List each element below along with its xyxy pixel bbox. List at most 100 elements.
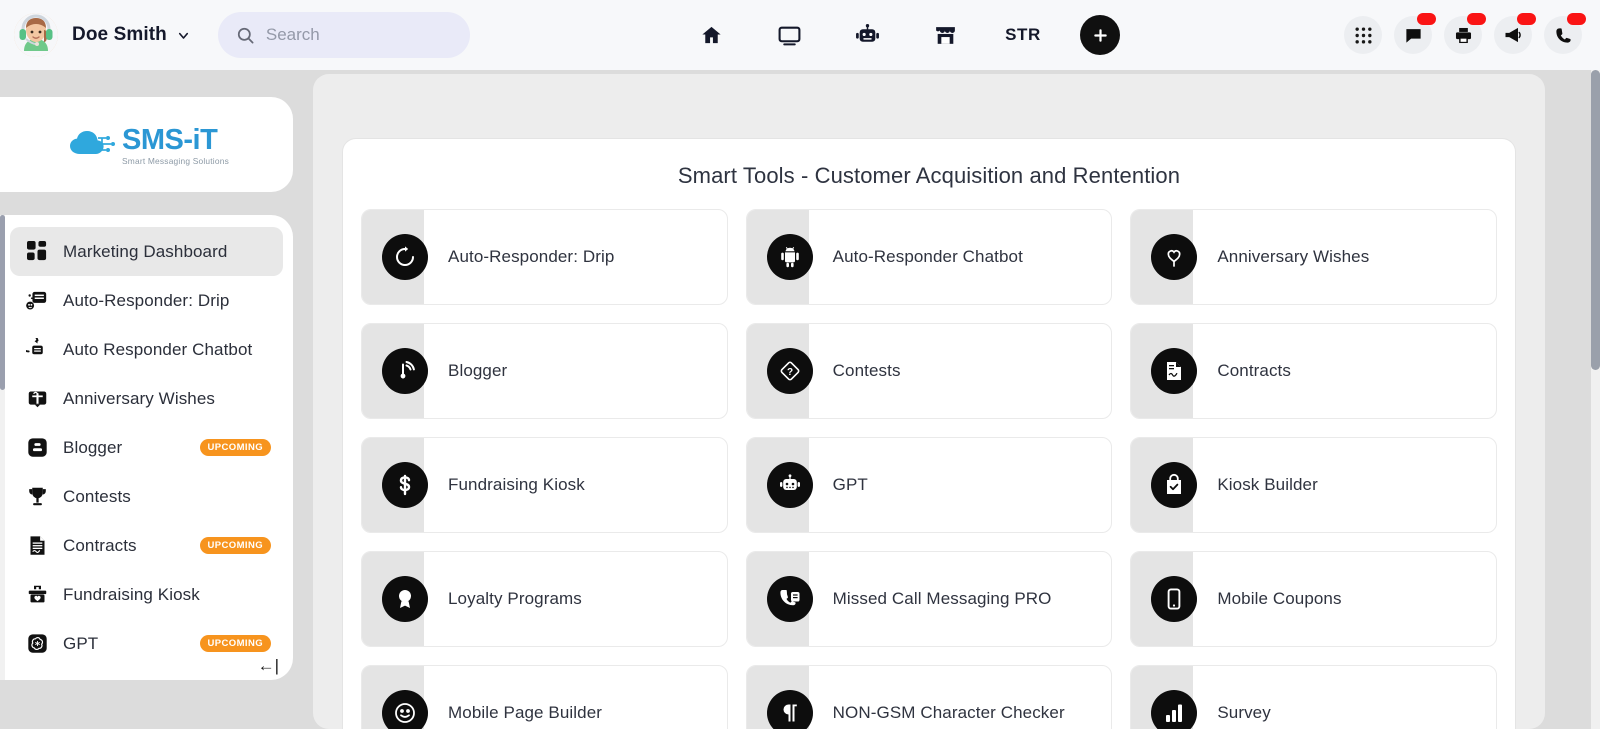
sidebar-item-contracts[interactable]: Contracts UPCOMING [10,521,283,570]
heart-balloon-icon [1151,234,1198,280]
page-scrollbar-thumb[interactable] [1591,70,1600,370]
page-scrollbar[interactable] [1591,70,1600,729]
sidebar-item-auto-responder-chatbot[interactable]: Auto Responder Chatbot [10,325,283,374]
nav-str-button[interactable]: STR [984,0,1062,70]
search-icon [236,26,255,45]
notification-badge [1467,13,1486,25]
dashboard-grid-icon [24,239,50,265]
status-badge: UPCOMING [199,537,271,554]
sidebar: Marketing Dashboard Auto-Responder: Drip… [0,215,293,680]
tool-tile-non-gsm-character-checker[interactable]: NON-GSM Character Checker [745,665,1113,729]
tool-tile-blogger[interactable]: Blogger [361,323,728,419]
print-button[interactable] [1444,13,1486,54]
smart-tools-grid: Auto-Responder: Drip Auto-Responder Chat… [343,209,1515,729]
smiley-face-icon [382,690,428,729]
tile-label: Mobile Page Builder [448,703,603,722]
sidebar-item-label: Blogger [63,437,123,457]
topbar-right-group [1344,0,1586,70]
grid-dots-icon [1354,26,1373,45]
refresh-circle-icon [382,234,428,280]
sidebar-item-fundraising-kiosk[interactable]: Fundraising Kiosk [10,570,283,619]
tile-label: Fundraising Kiosk [448,475,585,494]
avatar[interactable] [14,13,58,57]
tool-tile-auto-responder-chatbot[interactable]: Auto-Responder Chatbot [745,209,1113,305]
tool-tile-kiosk-builder[interactable]: Kiosk Builder [1130,437,1497,533]
missed-call-icon [766,576,813,622]
tile-label: Kiosk Builder [1217,475,1318,494]
status-badge: UPCOMING [199,635,271,652]
sidebar-item-label: Auto-Responder: Drip [63,290,230,310]
phone-icon [1554,26,1573,45]
top-bar: Doe Smith Search STR [0,0,1600,70]
sidebar-logo[interactable]: SMS-iT Smart Messaging Solutions [0,97,293,192]
svg-text:?: ? [787,367,793,378]
topbar-center-nav: STR [672,0,1120,70]
page-title: Smart Tools - Customer Acquisition and R… [677,163,1181,188]
sidebar-scrollbar-thumb[interactable] [0,215,5,390]
sidebar-item-marketing-dashboard[interactable]: Marketing Dashboard [10,227,283,276]
tool-tile-anniversary-wishes[interactable]: Anniversary Wishes [1130,209,1497,305]
notification-badge [1417,13,1436,25]
dollar-sign-icon [382,462,428,508]
logo-brand-text: SMS-iT [122,123,218,156]
trophy-icon [24,484,50,510]
question-diamond-icon: ? [766,348,813,394]
android-robot-icon [766,234,813,280]
calls-button[interactable] [1544,13,1586,54]
smart-tools-panel: Smart Tools - Customer Acquisition and R… [342,138,1516,729]
tile-label: Auto-Responder: Drip [448,247,615,266]
sidebar-collapse-button[interactable]: ←| [258,657,279,674]
sidebar-item-contests[interactable]: Contests [10,472,283,521]
sidebar-item-anniversary-wishes[interactable]: Anniversary Wishes [10,374,283,423]
tool-tile-fundraising-kiosk[interactable]: Fundraising Kiosk [361,437,728,533]
printer-icon [1454,26,1473,45]
tool-tile-survey[interactable]: Survey [1130,665,1497,729]
tool-tile-contracts[interactable]: Contracts [1130,323,1497,419]
tile-label: Contests [832,361,901,380]
sidebar-item-auto-responder-drip[interactable]: Auto-Responder: Drip [10,276,283,325]
chevron-down-icon[interactable] [176,27,192,43]
tool-tile-missed-call-messaging-pro[interactable]: Missed Call Messaging PRO [745,551,1113,647]
sidebar-item-list: Marketing Dashboard Auto-Responder: Drip… [0,215,293,668]
tile-label: Mobile Coupons [1217,589,1342,608]
tool-tile-loyalty-programs[interactable]: Loyalty Programs [361,551,728,647]
bag-check-icon [1151,462,1198,508]
messages-button[interactable] [1394,13,1436,54]
blogger-icon [24,435,50,461]
nav-bot-button[interactable] [828,0,906,70]
search-input[interactable] [265,25,452,45]
blogger-icon [382,348,428,394]
sidebar-item-gpt[interactable]: GPT UPCOMING [10,619,283,668]
tool-tile-auto-responder-drip[interactable]: Auto-Responder: Drip [361,209,728,305]
sidebar-item-blogger[interactable]: Blogger UPCOMING [10,423,283,472]
sidebar-item-label: Marketing Dashboard [63,241,228,261]
tool-tile-mobile-page-builder[interactable]: Mobile Page Builder [361,665,728,729]
sidebar-item-label: Fundraising Kiosk [63,584,200,604]
tile-label: GPT [832,475,868,494]
announcements-button[interactable] [1494,13,1536,54]
notification-badge [1567,13,1586,25]
tile-label: Survey [1217,703,1271,722]
nav-home-button[interactable] [672,0,750,70]
nav-display-button[interactable] [750,0,828,70]
tool-tile-contests[interactable]: ? Contests [745,323,1113,419]
tile-label: Blogger [448,361,508,380]
sidebar-scrollbar[interactable] [0,215,5,680]
add-button[interactable] [1080,15,1120,55]
sidebar-item-label: GPT [63,633,99,653]
status-badge: UPCOMING [199,439,271,456]
apps-grid-button[interactable] [1344,16,1382,54]
drip-chat-icon [24,288,50,314]
tool-tile-mobile-coupons[interactable]: Mobile Coupons [1130,551,1497,647]
sidebar-item-label: Contests [63,486,131,506]
tool-tile-gpt[interactable]: GPT [745,437,1113,533]
megaphone-icon [1503,25,1523,45]
plus-icon [1091,26,1110,45]
nav-store-button[interactable] [906,0,984,70]
sms-it-cloud-icon [64,124,126,166]
contract-document-icon [24,533,50,559]
home-icon [700,24,723,47]
chat-bubble-icon [1404,26,1423,45]
tile-label: NON-GSM Character Checker [832,703,1065,722]
search-box[interactable] [217,12,470,58]
